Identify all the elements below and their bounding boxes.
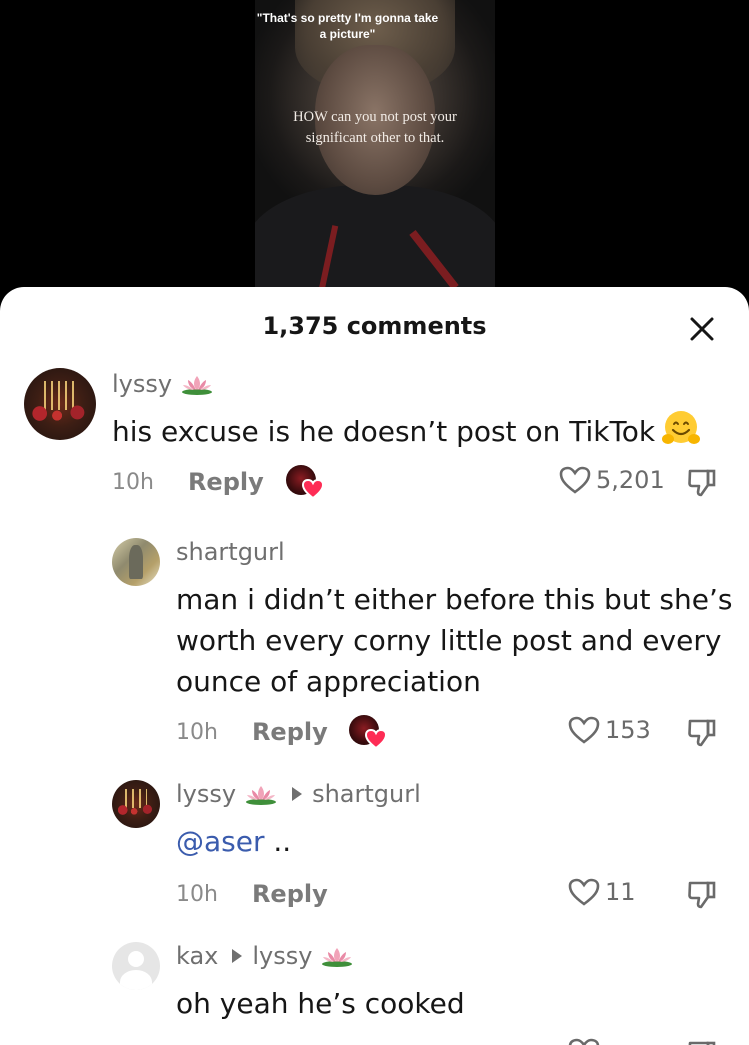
heart-icon	[365, 729, 387, 749]
thumbs-down-icon	[688, 881, 716, 909]
comment-time: 10h	[112, 469, 154, 495]
video-frame	[255, 0, 495, 300]
like-count: 11	[605, 878, 636, 906]
comment-text: man i didn’t either before this but she’…	[176, 583, 733, 698]
comment-username[interactable]: kax lyssy	[176, 942, 354, 970]
lotus-icon	[246, 786, 277, 805]
reply-button[interactable]: Reply	[188, 468, 264, 496]
reply-button[interactable]: Reply	[252, 718, 328, 746]
username-text: shartgurl	[176, 538, 285, 566]
like-count: 5,201	[596, 466, 665, 494]
reply-button[interactable]: Reply	[252, 880, 328, 908]
like-count: 153	[605, 716, 651, 744]
video-caption-overlay: HOW can you not post your significant ot…	[293, 109, 457, 146]
comment-text-content: his excuse is he doesn’t post on TikTok	[112, 415, 656, 448]
like-button[interactable]: 11	[567, 877, 636, 907]
heart-outline-icon	[559, 466, 591, 494]
comment-text: his excuse is he doesn’t post on TikTok	[112, 409, 732, 452]
thumbs-down-icon	[688, 719, 716, 747]
comments-header: 1,375 comments	[0, 287, 749, 367]
thumbs-down-icon	[688, 469, 716, 497]
username-text: lyssy	[176, 780, 237, 808]
dislike-button[interactable]	[686, 879, 718, 911]
close-icon	[690, 317, 714, 341]
comment-username[interactable]: shartgurl	[176, 538, 285, 566]
reply-arrow-icon	[292, 787, 303, 801]
reply-arrow-icon	[232, 949, 243, 963]
lotus-icon	[182, 376, 213, 395]
heart-icon	[302, 479, 324, 499]
comment-time: 10h	[176, 881, 218, 907]
comments-count: 1,375 comments	[262, 312, 487, 340]
username-text: lyssy	[112, 370, 173, 398]
heart-outline-icon	[568, 878, 600, 906]
heart-outline-icon	[568, 1038, 600, 1045]
comment-username[interactable]: lyssy	[112, 370, 214, 398]
video-player[interactable]: "That's so pretty I'm gonna take a pictu…	[0, 0, 749, 300]
dislike-button[interactable]	[686, 717, 718, 749]
heart-outline-icon	[568, 716, 600, 744]
dislike-button[interactable]	[686, 467, 718, 499]
like-button[interactable]	[567, 1037, 601, 1045]
avatar[interactable]	[112, 780, 160, 828]
comment-time: 10h	[176, 719, 218, 745]
comment-username[interactable]: lyssy shartgurl	[176, 780, 421, 808]
thumbs-down-icon	[688, 1041, 716, 1045]
comment-meta: 10h Reply	[112, 462, 264, 502]
comment-text-suffix: ..	[264, 825, 292, 858]
comment-text: oh yeah he’s cooked	[176, 987, 465, 1020]
comments-sheet: 1,375 comments lyssy his excuse is he do…	[0, 287, 749, 1045]
video-caption-top: "That's so pretty I'm gonna take a pictu…	[256, 11, 439, 41]
avatar[interactable]	[112, 942, 160, 990]
comment-meta: 10h Reply	[176, 712, 328, 752]
comment-meta: 10h Reply	[176, 874, 328, 914]
reply-to-username[interactable]: lyssy	[252, 942, 312, 970]
mention-link[interactable]: @aser	[176, 825, 264, 858]
creator-liked-badge	[349, 715, 387, 749]
close-button[interactable]	[686, 313, 718, 345]
lotus-icon	[322, 948, 353, 967]
comment-text: @aser ..	[176, 821, 736, 862]
reply-to-username[interactable]: shartgurl	[312, 780, 421, 808]
like-button[interactable]: 5,201	[558, 465, 665, 495]
avatar[interactable]	[112, 538, 160, 586]
dislike-button[interactable]	[686, 1039, 718, 1045]
creator-liked-badge	[286, 465, 324, 499]
username-text: kax	[176, 942, 219, 970]
like-button[interactable]: 153	[567, 715, 651, 745]
avatar[interactable]	[24, 368, 96, 440]
hugging-face-icon	[662, 411, 701, 444]
